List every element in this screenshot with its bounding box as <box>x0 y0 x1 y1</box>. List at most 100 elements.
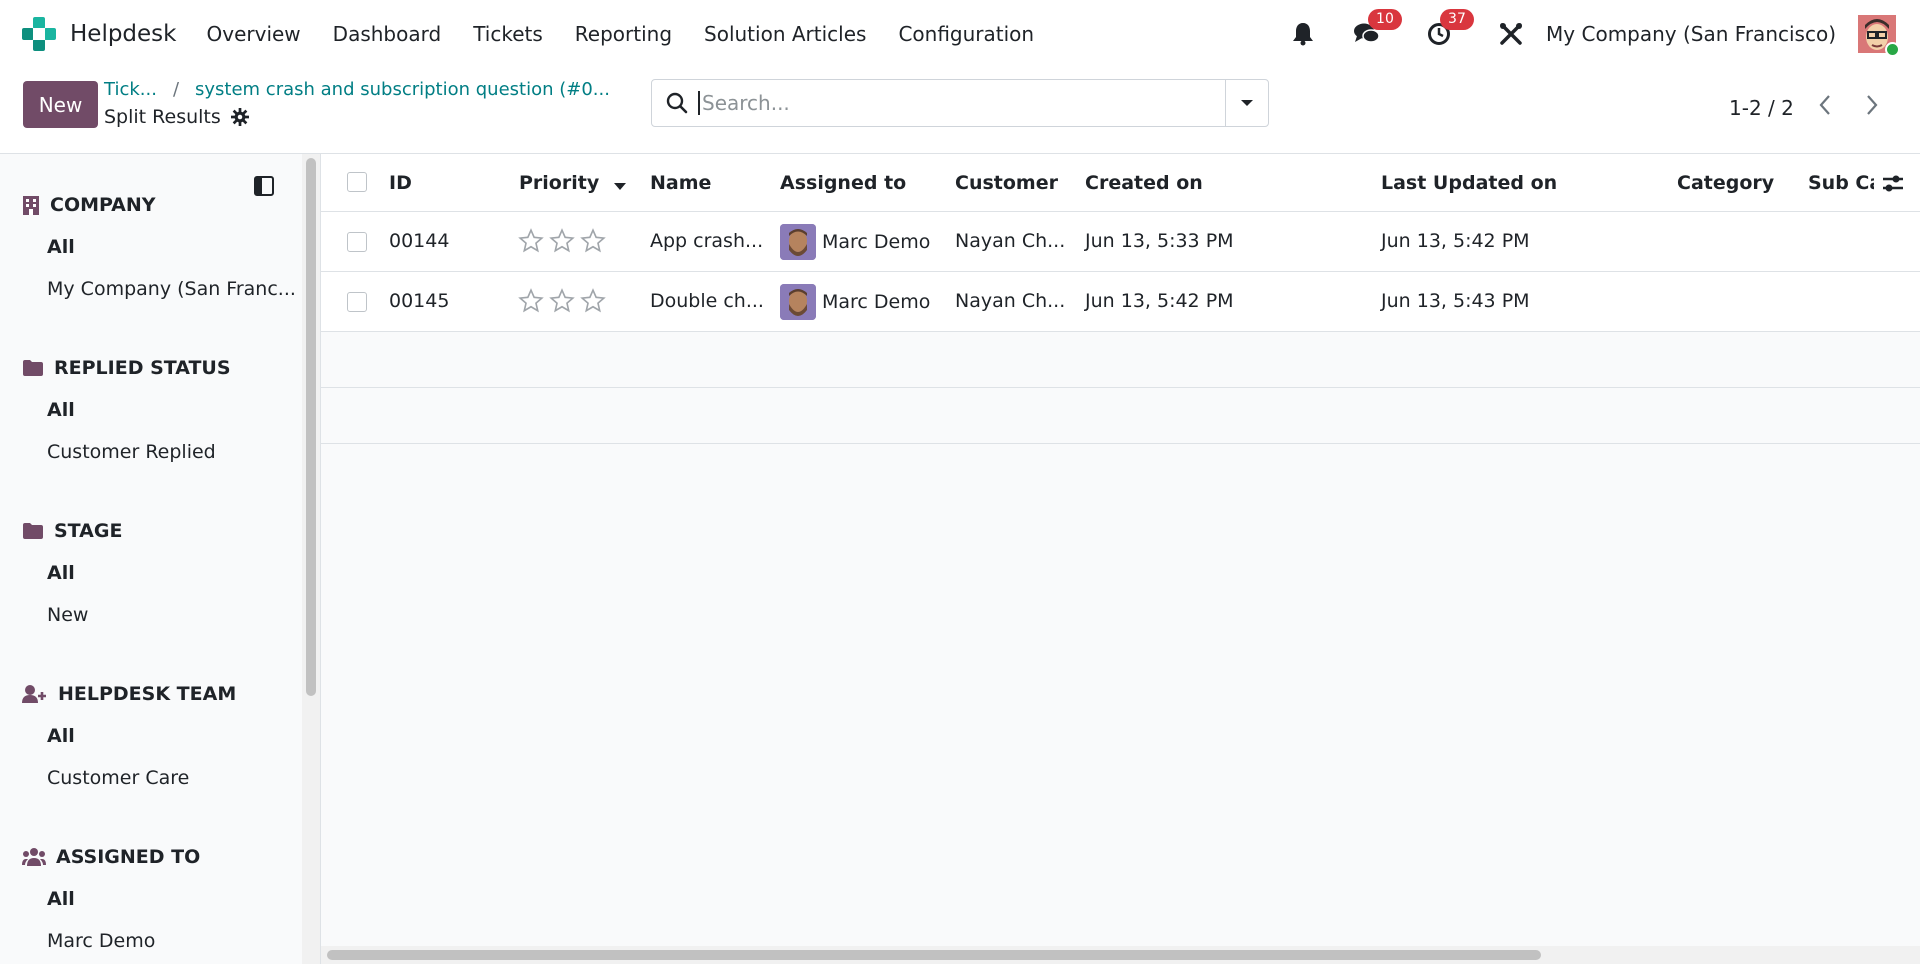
column-header-category[interactable]: Category <box>1677 172 1774 194</box>
folder-icon <box>23 523 43 539</box>
search-panel-sidebar: COMPANY All My Company (San Franc... REP… <box>0 154 320 964</box>
filter-item-marc-demo[interactable]: Marc Demo 2 <box>47 920 319 962</box>
assignee-face-icon <box>780 224 816 260</box>
activities-clock-icon[interactable]: 37 <box>1424 9 1474 49</box>
filter-header-company: COMPANY <box>22 190 302 220</box>
page-title: Split Results <box>104 106 221 128</box>
column-header-created-on[interactable]: Created on <box>1085 172 1203 194</box>
breadcrumb-tickets-link[interactable]: Tick... <box>104 79 157 100</box>
sidebar-scrollbar-thumb[interactable] <box>306 158 316 696</box>
gear-icon[interactable] <box>230 108 249 126</box>
star-outline-icon[interactable] <box>580 288 606 314</box>
menu-dashboard[interactable]: Dashboard <box>333 22 442 46</box>
menu-overview[interactable]: Overview <box>207 22 301 46</box>
menu-solution-articles[interactable]: Solution Articles <box>704 22 866 46</box>
breadcrumb: Tick... / system crash and subscription … <box>104 79 610 100</box>
table-row[interactable]: 00145 Double ch... Marc Demo Nayan Ch...… <box>321 272 1920 332</box>
navbar-systray: 10 37 My Company (San Francisco) <box>1288 0 1920 68</box>
star-outline-icon[interactable] <box>580 228 606 254</box>
filter-item-my-company[interactable]: My Company (San Franc... <box>47 268 319 310</box>
filter-section-replied-status: REPLIED STATUS All Customer Replied <box>22 353 302 473</box>
column-header-name[interactable]: Name <box>650 172 711 194</box>
new-button[interactable]: New <box>23 81 98 128</box>
bell-icon[interactable] <box>1288 19 1318 49</box>
column-header-last-updated-on[interactable]: Last Updated on <box>1381 172 1557 194</box>
cell-id: 00144 <box>389 230 450 252</box>
online-status-dot <box>1885 42 1900 57</box>
filter-item-all[interactable]: All <box>47 389 319 431</box>
assignee-face-icon <box>780 284 816 320</box>
filter-section-stage: STAGE All New <box>22 516 302 636</box>
column-header-customer[interactable]: Customer <box>955 172 1058 194</box>
folder-icon <box>23 360 43 376</box>
assignee-name: Marc Demo <box>822 231 931 253</box>
breadcrumb-ticket-link[interactable]: system crash and subscription question (… <box>195 79 610 100</box>
main-menu: Overview Dashboard Tickets Reporting Sol… <box>207 22 1067 46</box>
chevron-right-icon <box>1867 95 1878 115</box>
cell-created-on: Jun 13, 5:42 PM <box>1085 290 1234 312</box>
star-outline-icon[interactable] <box>518 288 544 314</box>
table-row[interactable]: 00144 App crash... Marc Demo Nayan Ch...… <box>321 212 1920 272</box>
list-header: ID Priority Name Assigned to Customer Cr… <box>321 154 1920 212</box>
cell-customer: Nayan Ch... <box>955 230 1066 252</box>
column-header-id[interactable]: ID <box>389 172 412 194</box>
filter-item-customer-replied[interactable]: Customer Replied <box>47 431 319 473</box>
company-switcher[interactable]: My Company (San Francisco) <box>1546 22 1836 46</box>
pager-value[interactable]: 1-2 / 2 <box>1729 96 1794 120</box>
users-icon <box>22 848 46 866</box>
filter-item-new[interactable]: New <box>47 594 319 636</box>
pager-previous-button[interactable] <box>1810 90 1840 120</box>
star-outline-icon[interactable] <box>549 288 575 314</box>
user-avatar[interactable] <box>1858 15 1900 57</box>
filter-item-all[interactable]: All <box>47 552 319 594</box>
cell-assigned-to: Marc Demo <box>780 284 930 320</box>
chevron-left-icon <box>1819 95 1830 115</box>
assignee-avatar <box>780 284 816 320</box>
priority-stars <box>518 288 611 314</box>
menu-configuration[interactable]: Configuration <box>898 22 1034 46</box>
messages-badge: 10 <box>1368 9 1402 30</box>
menu-tickets[interactable]: Tickets <box>473 22 543 46</box>
filter-section-helpdesk-team: HELPDESK TEAM All Customer Care <box>22 679 302 799</box>
column-header-sub-category[interactable]: Sub Ca <box>1808 172 1874 194</box>
list-horizontal-scrollbar-thumb[interactable] <box>327 950 1541 960</box>
column-header-assigned-to[interactable]: Assigned to <box>780 172 906 194</box>
filter-title: HELPDESK TEAM <box>58 683 237 705</box>
filter-item-all[interactable]: All <box>47 878 319 920</box>
cell-assigned-to: Marc Demo <box>780 224 930 260</box>
activities-badge: 37 <box>1440 9 1474 30</box>
ticket-list-view: ID Priority Name Assigned to Customer Cr… <box>320 154 1920 964</box>
menu-reporting[interactable]: Reporting <box>575 22 672 46</box>
filter-section-company: COMPANY All My Company (San Franc... <box>22 190 302 310</box>
star-outline-icon[interactable] <box>518 228 544 254</box>
priority-stars <box>518 228 611 254</box>
filter-header-replied-status: REPLIED STATUS <box>22 353 302 383</box>
search-input[interactable] <box>698 91 1218 115</box>
select-all-checkbox[interactable] <box>347 172 367 192</box>
filter-header-stage: STAGE <box>22 516 302 546</box>
sort-caret-down-icon <box>614 183 626 190</box>
column-header-priority[interactable]: Priority <box>519 172 599 194</box>
row-checkbox[interactable] <box>347 232 367 252</box>
search-options-toggle[interactable] <box>1225 80 1268 126</box>
cell-customer: Nayan Ch... <box>955 290 1066 312</box>
empty-row <box>321 332 1920 388</box>
caret-down-icon <box>1241 100 1253 106</box>
empty-row <box>321 388 1920 444</box>
filter-item-all[interactable]: All <box>47 715 319 757</box>
messages-icon[interactable]: 10 <box>1352 9 1402 49</box>
app-brand[interactable]: Helpdesk <box>22 17 177 51</box>
optional-columns-sliders-icon[interactable] <box>1882 174 1904 194</box>
debug-tools-icon[interactable] <box>1496 19 1526 49</box>
filter-title: ASSIGNED TO <box>56 846 201 868</box>
breadcrumb-current: Split Results <box>104 106 249 128</box>
control-panel: New Tick... / system crash and subscript… <box>0 68 1920 154</box>
filter-item-all[interactable]: All <box>47 226 319 268</box>
pager-next-button[interactable] <box>1857 90 1887 120</box>
star-outline-icon[interactable] <box>549 228 575 254</box>
row-checkbox[interactable] <box>347 292 367 312</box>
filter-item-customer-care[interactable]: Customer Care <box>47 757 319 799</box>
building-icon <box>23 196 39 215</box>
filter-title: REPLIED STATUS <box>54 357 231 379</box>
helpdesk-logo-icon <box>22 17 56 51</box>
